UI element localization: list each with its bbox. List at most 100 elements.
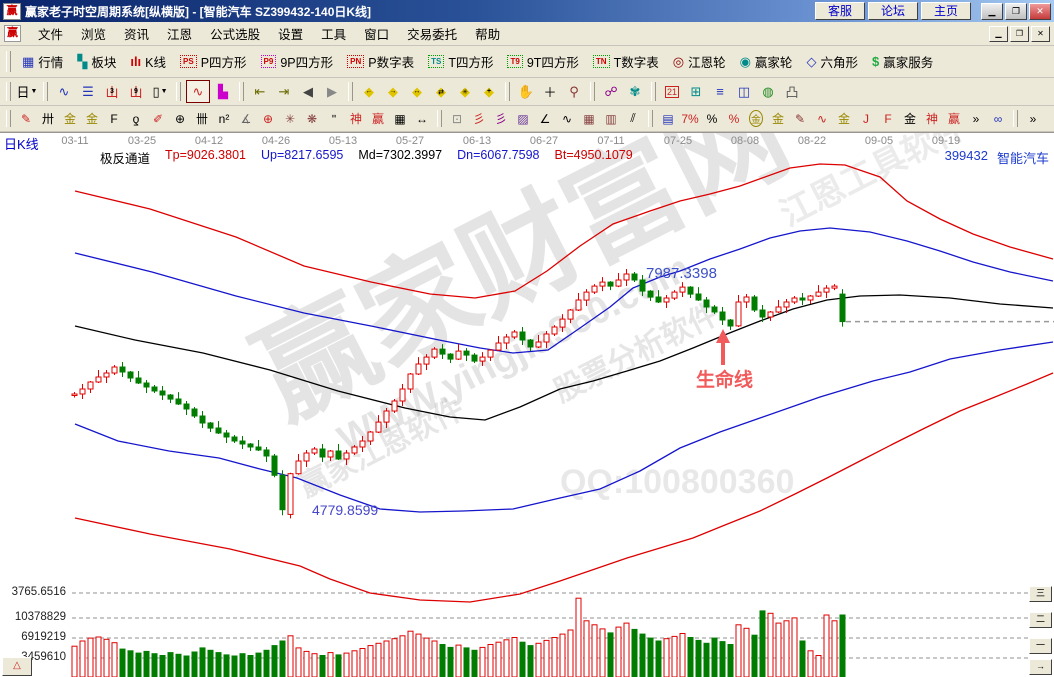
- pencil-tool[interactable]: ✎: [16, 109, 36, 128]
- toolbar-item-K线[interactable]: ılıK线: [123, 50, 173, 73]
- profile-histogram-icon[interactable]: ▙: [212, 81, 234, 102]
- box-tool[interactable]: ⊡: [447, 109, 467, 128]
- scroll-left-diamond[interactable]: ◆←: [358, 81, 380, 102]
- gold-line-tool[interactable]: 金: [768, 109, 788, 128]
- n-square-tool[interactable]: n²: [214, 109, 234, 128]
- mdi-minimize-button[interactable]: ▁: [989, 26, 1008, 42]
- toolbar-item-P四方形[interactable]: PSP四方形: [173, 50, 254, 73]
- gann-grid-tool[interactable]: 卅: [38, 109, 58, 128]
- restore-button[interactable]: ❐: [1005, 3, 1027, 20]
- close-button[interactable]: ✕: [1029, 3, 1051, 20]
- toolbar-item-赢家服务[interactable]: $赢家服务: [865, 50, 940, 73]
- parallel-tool[interactable]: ⫽: [623, 109, 643, 128]
- grid-123-tool[interactable]: ▦: [390, 109, 410, 128]
- fit-all-diamond[interactable]: ◆+: [478, 81, 500, 102]
- save-icon[interactable]: ◫: [733, 81, 755, 102]
- mdi-restore-button[interactable]: ❐: [1010, 26, 1029, 42]
- purple-marker-icon[interactable]: ☍: [600, 81, 622, 102]
- candle-pencil-tool[interactable]: ✎: [790, 109, 810, 128]
- toolbar-item-江恩轮[interactable]: ◎江恩轮: [666, 50, 733, 73]
- more-tools-1[interactable]: »: [966, 109, 986, 128]
- minimize-button[interactable]: ▁: [981, 3, 1003, 20]
- toolbar-item-T数字表[interactable]: TNT数字表: [586, 50, 666, 73]
- expand-x-diamond[interactable]: ◆↔: [406, 81, 428, 102]
- titlebar-link-2[interactable]: 主页: [921, 2, 971, 20]
- gold-extension-tool[interactable]: 金: [82, 109, 102, 128]
- spiral-tool[interactable]: ƍ: [126, 109, 146, 128]
- ying-lines-tool[interactable]: 赢: [368, 109, 388, 128]
- crosshair-tool[interactable]: ＋: [539, 81, 561, 102]
- zoom-tool[interactable]: ⚲: [563, 81, 585, 102]
- chart3-icon[interactable]: 山3: [101, 81, 123, 102]
- pencil-chart-tool[interactable]: ✐: [148, 109, 168, 128]
- titlebar-link-1[interactable]: 论坛: [868, 2, 918, 20]
- toolbar-item-9P四方形[interactable]: P99P四方形: [254, 50, 341, 73]
- pane-layout-button-3[interactable]: →: [1029, 659, 1052, 675]
- toolbar-item-板块[interactable]: ▚板块: [70, 50, 123, 73]
- pane-layout-button-0[interactable]: 三: [1029, 586, 1052, 602]
- scroll-right-diamond[interactable]: ◆→: [382, 81, 404, 102]
- menu-item-0[interactable]: 文件: [29, 22, 72, 45]
- jump-last-button[interactable]: ⇥: [273, 81, 295, 102]
- infinity-tool[interactable]: ∞: [988, 109, 1008, 128]
- page-left-button[interactable]: ◀: [297, 81, 319, 102]
- zigzag-blue-icon[interactable]: ∿: [53, 81, 75, 102]
- chart9-icon[interactable]: 山9: [125, 81, 147, 102]
- percent-line-tool[interactable]: %: [724, 109, 744, 128]
- fib-tool[interactable]: F: [104, 109, 124, 128]
- menu-item-9[interactable]: 帮助: [466, 22, 509, 45]
- trend-angle-tool[interactable]: ∠: [535, 109, 555, 128]
- zigzag-red-icon[interactable]: ∿: [186, 80, 210, 103]
- page-right-button[interactable]: ▶: [321, 81, 343, 102]
- print-icon[interactable]: 凸: [781, 81, 803, 102]
- expand-volume-button[interactable]: △: [2, 657, 32, 676]
- menu-item-3[interactable]: 江恩: [158, 22, 201, 45]
- fan-box2-tool[interactable]: ▨: [513, 109, 533, 128]
- k-marks-tool[interactable]: ʺ: [324, 109, 344, 128]
- pane-layout-button-1[interactable]: 二: [1029, 612, 1052, 628]
- toolbar-item-赢家轮[interactable]: ◉赢家轮: [733, 50, 800, 73]
- toolbar-item-P数字表[interactable]: PNP数字表: [340, 50, 421, 73]
- candle-style-dropdown[interactable]: ▯▼: [149, 81, 171, 102]
- wave-red-tool[interactable]: ∿: [812, 109, 832, 128]
- gold-angle2-tool[interactable]: 金: [900, 109, 920, 128]
- menu-item-8[interactable]: 交易委托: [398, 22, 466, 45]
- ying-angle-tool[interactable]: 赢: [944, 109, 964, 128]
- percent7-tool[interactable]: 7%: [680, 109, 700, 128]
- calendar-icon[interactable]: 21: [661, 81, 683, 102]
- menu-item-2[interactable]: 资讯: [115, 22, 158, 45]
- gann-circle-tool[interactable]: ⊕: [170, 109, 190, 128]
- calculator-icon[interactable]: ⊞: [685, 81, 707, 102]
- gold-angle-tool[interactable]: 金: [834, 109, 854, 128]
- target-tool[interactable]: ⊕: [258, 109, 278, 128]
- kline-chart[interactable]: 03-1103-2504-1204-2605-1305-2706-1306-27…: [0, 133, 1054, 677]
- more-tools-2[interactable]: »: [1023, 109, 1043, 128]
- wave-tool[interactable]: ∿: [557, 109, 577, 128]
- menu-item-7[interactable]: 窗口: [355, 22, 398, 45]
- hash-grid-tool[interactable]: 卌: [192, 109, 212, 128]
- menu-item-6[interactable]: 工具: [312, 22, 355, 45]
- angle-tool[interactable]: ∡: [236, 109, 256, 128]
- bar-ruler-tool[interactable]: ▤: [658, 109, 678, 128]
- info-panel-icon[interactable]: ☰: [77, 81, 99, 102]
- web-box-tool[interactable]: ❋: [302, 109, 322, 128]
- period-day-dropdown[interactable]: 日▼: [16, 81, 38, 102]
- j-angle-tool[interactable]: J: [856, 109, 876, 128]
- jump-first-button[interactable]: ⇤: [249, 81, 271, 102]
- fan-tool[interactable]: 彡: [469, 109, 489, 128]
- reset-zoom-diamond[interactable]: ◆✳: [454, 81, 476, 102]
- grid-box-tool[interactable]: ▦: [579, 109, 599, 128]
- menu-item-5[interactable]: 设置: [269, 22, 312, 45]
- menu-item-1[interactable]: 浏览: [72, 22, 115, 45]
- fan-box-tool[interactable]: 彡: [491, 109, 511, 128]
- toolbar-item-T四方形[interactable]: TST四方形: [421, 50, 500, 73]
- hand-drag-tool[interactable]: ✋: [515, 81, 537, 102]
- titlebar-link-0[interactable]: 客服: [815, 2, 865, 20]
- gold-circle-tool[interactable]: 金: [746, 109, 766, 128]
- menu-item-4[interactable]: 公式选股: [201, 22, 269, 45]
- shen-lines-tool[interactable]: 神: [346, 109, 366, 128]
- pane-layout-button-2[interactable]: 一: [1029, 638, 1052, 654]
- mdi-close-button[interactable]: ✕: [1031, 26, 1050, 42]
- toolbar-item-行情[interactable]: ▦行情: [15, 50, 70, 73]
- shen-angle-tool[interactable]: 神: [922, 109, 942, 128]
